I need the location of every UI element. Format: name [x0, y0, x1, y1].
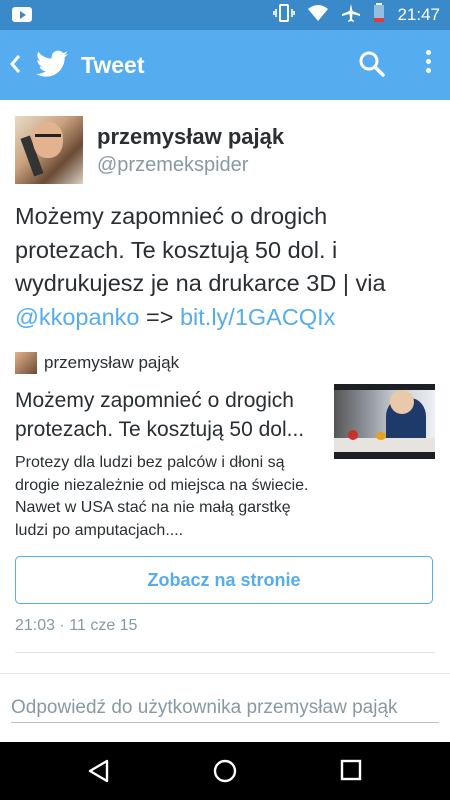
tweet-body: Możemy zapomnieć o drogich protezach. Te…: [15, 203, 386, 296]
wifi-icon: [307, 4, 329, 27]
app-bar: Tweet: [0, 30, 450, 100]
reply-bar: [0, 674, 450, 742]
home-circle-icon[interactable]: [212, 758, 238, 789]
recents-square-icon[interactable]: [339, 758, 363, 787]
author-handle[interactable]: @przemekspider: [97, 154, 248, 177]
tweet-text: Możemy zapomnieć o drogich protezach. Te…: [15, 200, 440, 334]
mention-link[interactable]: @kkopanko: [15, 304, 139, 330]
card-author-avatar: [15, 352, 37, 374]
author-name[interactable]: przemysław pająk: [97, 124, 284, 150]
page-title: Tweet: [81, 52, 145, 78]
vibrate-icon: [273, 3, 296, 27]
search-icon[interactable]: [358, 50, 386, 83]
author-avatar[interactable]: [15, 116, 83, 184]
url-link[interactable]: bit.ly/1GACQIx: [180, 304, 335, 330]
back-triangle-icon[interactable]: [86, 758, 112, 789]
youtube-notification-icon: [12, 7, 32, 22]
divider: [15, 652, 435, 653]
battery-low-icon: [373, 2, 385, 28]
overflow-menu-icon[interactable]: [424, 50, 432, 77]
card-title[interactable]: Możemy zapomnieć o drogich protezach. Te…: [15, 386, 327, 444]
twitter-bird-icon[interactable]: [36, 50, 68, 83]
card-author-name: przemysław pająk: [44, 353, 180, 372]
reply-input[interactable]: [11, 694, 439, 723]
back-icon[interactable]: [8, 52, 22, 79]
status-bar: 21:47: [0, 0, 450, 30]
system-nav-bar: [0, 742, 450, 800]
card-thumbnail[interactable]: [334, 384, 435, 459]
visit-site-button[interactable]: Zobacz na stronie: [15, 556, 433, 604]
tweet-timestamp: 21:03 · 11 cze 15: [15, 617, 138, 634]
card-author[interactable]: przemysław pająk: [15, 352, 179, 374]
status-time: 21:47: [397, 5, 440, 24]
card-description: Protezy dla ludzi bez palców i dłoni są …: [15, 454, 309, 539]
status-icons: 21:47: [261, 0, 450, 30]
tweet-arrow: =>: [139, 303, 180, 330]
airplane-mode-icon: [341, 3, 361, 28]
